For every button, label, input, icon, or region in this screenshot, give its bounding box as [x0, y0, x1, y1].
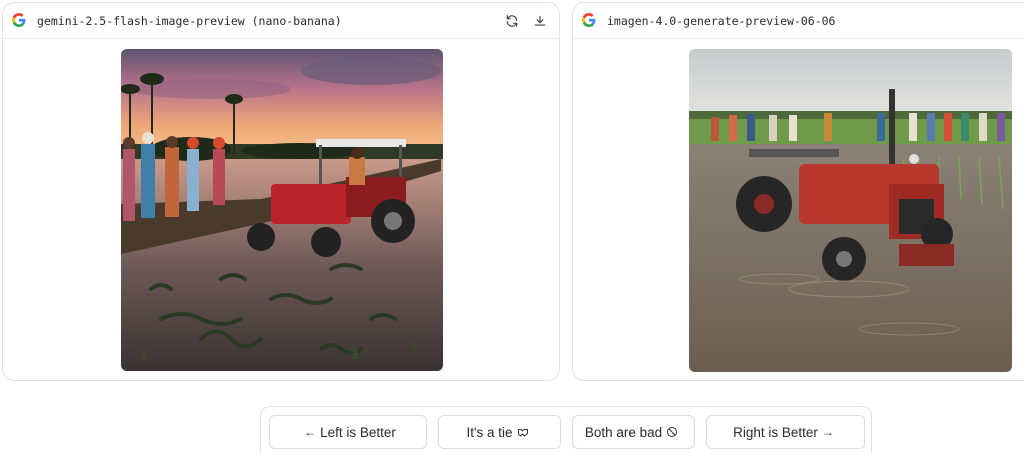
right-is-better-button[interactable]: Right is Better → [706, 415, 865, 449]
download-button[interactable] [530, 11, 550, 31]
arrow-right-icon: → [821, 425, 834, 439]
tie-label: It's a tie [466, 424, 513, 440]
left-is-better-label: Left is Better [320, 424, 396, 440]
tie-button[interactable]: It's a tie [438, 415, 561, 449]
both-are-bad-label: Both are bad [584, 424, 663, 440]
left-model-panel: gemini-2.5-flash-image-preview (nano-ban… [2, 2, 560, 381]
both-are-bad-button[interactable]: Both are bad [572, 415, 695, 449]
left-model-name: gemini-2.5-flash-image-preview (nano-ban… [37, 14, 342, 28]
left-is-better-button[interactable]: ← Left is Better [269, 415, 427, 449]
right-is-better-label: Right is Better [733, 424, 818, 440]
vote-bar: ← Left is Better It's a tie Both are bad… [260, 406, 872, 453]
refresh-button[interactable] [502, 11, 522, 31]
left-panel-header: gemini-2.5-flash-image-preview (nano-ban… [3, 3, 559, 39]
google-g-icon [12, 13, 26, 27]
right-panel-header: imagen-4.0-generate-preview-06-06 [573, 3, 1024, 39]
google-g-icon [582, 13, 596, 27]
right-generated-image[interactable] [689, 49, 1012, 372]
arrow-left-icon: ← [304, 425, 317, 439]
right-model-panel: imagen-4.0-generate-preview-06-06 [572, 2, 1024, 381]
right-model-name: imagen-4.0-generate-preview-06-06 [607, 14, 836, 28]
handshake-icon [517, 426, 529, 438]
refresh-icon [506, 15, 518, 27]
left-generated-image[interactable] [121, 49, 443, 371]
download-icon [534, 15, 546, 26]
ban-icon [666, 426, 678, 438]
